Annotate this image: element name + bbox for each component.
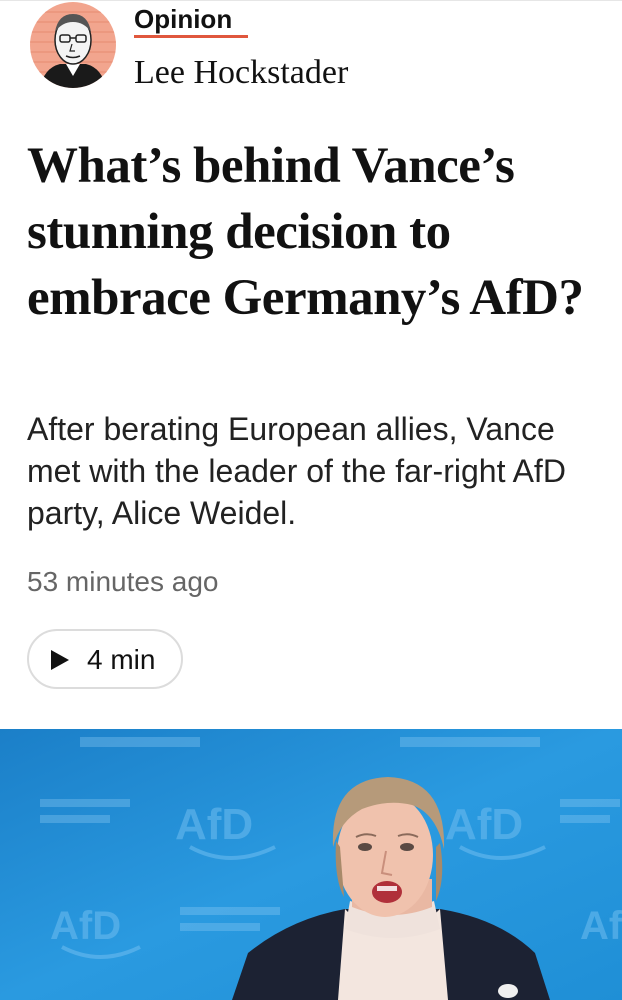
author-avatar-illustration [30, 2, 116, 88]
byline: Opinion Lee Hockstader [30, 2, 590, 92]
article-headline[interactable]: What’s behind Vance’s stunning decision … [27, 133, 607, 331]
top-divider [0, 0, 622, 1]
audio-duration-label: 4 min [87, 644, 156, 675]
section-label-underline [134, 35, 248, 38]
author-avatar[interactable] [30, 2, 116, 88]
backdrop-logo-4: AfD [580, 904, 622, 948]
article-photo[interactable]: AfD AfD AfD AfD [0, 729, 622, 1000]
article-dek: After berating European allies, Vance me… [27, 411, 566, 531]
listen-audio-button[interactable]: 4 min [27, 629, 183, 689]
article-photo-illustration: AfD AfD AfD AfD [0, 729, 622, 1000]
article-timestamp: 53 minutes ago [27, 566, 219, 597]
play-icon [51, 650, 69, 670]
backdrop-logo-3: AfD [50, 904, 121, 948]
section-label-opinion[interactable]: Opinion [134, 4, 232, 34]
backdrop-logo-2: AfD [445, 800, 523, 849]
backdrop-logo-1: AfD [175, 800, 253, 849]
author-name-link[interactable]: Lee Hockstader [134, 52, 348, 94]
